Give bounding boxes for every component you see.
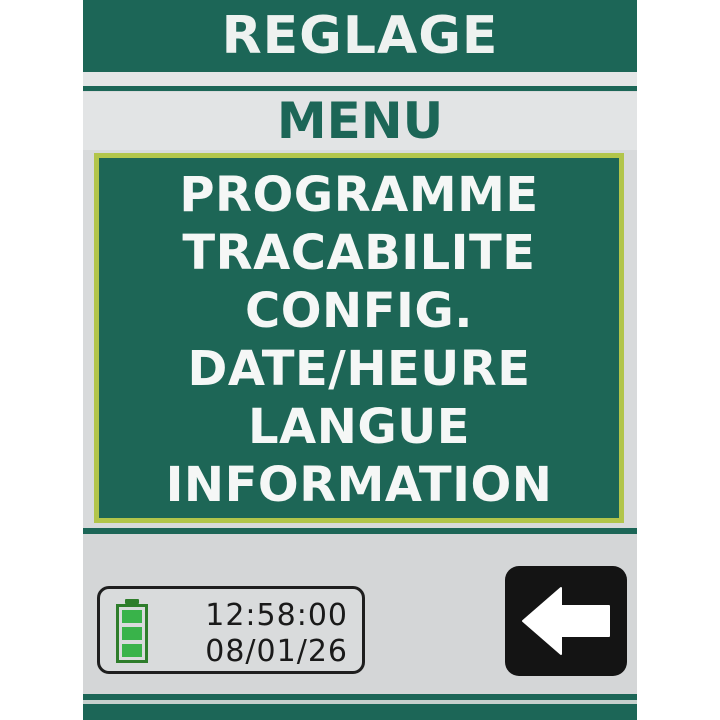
bottom-strip-line xyxy=(83,700,637,704)
menu-item-date-heure[interactable]: DATE/HEURE xyxy=(99,340,619,398)
header-divider-line xyxy=(83,86,637,91)
arrow-left-icon xyxy=(522,587,610,655)
menu-item-tracabilite[interactable]: TRACABILITE xyxy=(99,224,619,282)
menu-item-information[interactable]: INFORMATION xyxy=(99,456,619,514)
battery-body xyxy=(116,604,148,663)
battery-level-bar xyxy=(122,644,142,657)
page-title: MENU xyxy=(276,92,444,150)
footer-bar: 12:58:00 08/01/26 xyxy=(83,534,637,694)
status-panel: 12:58:00 08/01/26 xyxy=(97,586,365,674)
bottom-strip xyxy=(83,694,637,720)
menu-item-programme[interactable]: PROGRAMME xyxy=(99,166,619,224)
header-divider xyxy=(83,72,637,86)
menu-item-config[interactable]: CONFIG. xyxy=(99,282,619,340)
clock-time: 12:58:00 xyxy=(205,598,348,633)
menu-item-langue[interactable]: LANGUE xyxy=(99,398,619,456)
battery-level-bar xyxy=(122,627,142,640)
menu-subtitle: MENU xyxy=(83,92,637,150)
back-button[interactable] xyxy=(505,566,627,676)
battery-full-icon xyxy=(116,599,148,663)
clock-date: 08/01/26 xyxy=(205,634,348,669)
battery-level-bar xyxy=(122,610,142,623)
menu-list: PROGRAMME TRACABILITE CONFIG. DATE/HEURE… xyxy=(94,153,624,523)
header-bar: REGLAGE xyxy=(83,0,637,72)
header-title: REGLAGE xyxy=(221,6,499,66)
device-screen: REGLAGE MENU PROGRAMME TRACABILITE CONFI… xyxy=(83,0,637,720)
